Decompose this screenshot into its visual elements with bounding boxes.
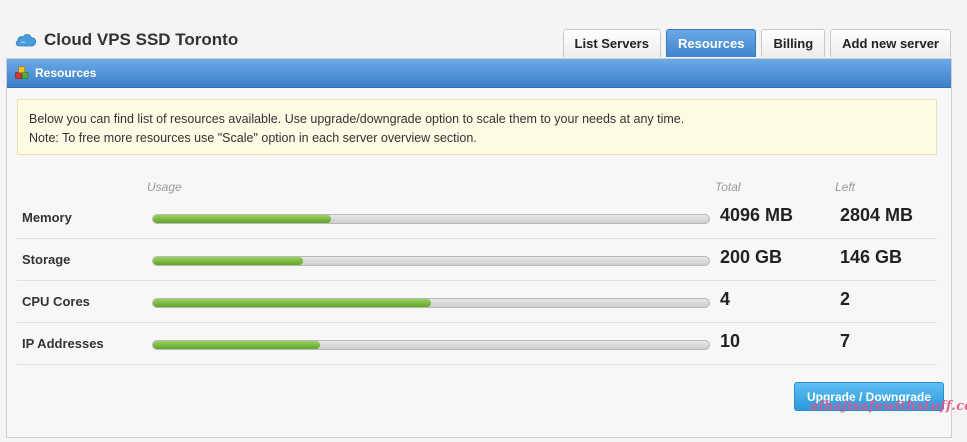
resource-name: CPU Cores (22, 294, 90, 309)
resource-name: Memory (22, 210, 72, 225)
resources-table: Usage Total Left Memory 4096 MB 2804 MB … (17, 173, 937, 365)
resource-left: 7 (840, 331, 851, 351)
usage-bar-fill (153, 215, 331, 223)
watermark-text: alhajisafewithstuff.com (810, 399, 967, 414)
resource-total: 4096 MB (720, 205, 794, 225)
resource-total: 4 (720, 289, 731, 309)
tab-resources[interactable]: Resources (665, 29, 757, 57)
resource-name: IP Addresses (22, 336, 104, 351)
notice-line: Below you can find list of resources ava… (29, 112, 685, 126)
table-row: IP Addresses 10 7 (17, 323, 937, 365)
panel-title: Resources (35, 66, 97, 80)
usage-bar-fill (153, 341, 320, 349)
panel-body: Below you can find list of resources ava… (7, 88, 951, 437)
cloud-icon (15, 34, 37, 47)
tab-bar: List Servers Resources Billing Add new s… (562, 29, 951, 57)
resource-left: 2 (840, 289, 851, 309)
column-header-total: Total (715, 180, 741, 194)
resource-total: 10 (720, 331, 741, 351)
usage-bar-fill (153, 299, 431, 307)
brand: Cloud VPS SSD Toronto (14, 30, 238, 50)
notice-line: Note: To free more resources use "Scale"… (29, 131, 477, 145)
column-header-usage: Usage (147, 180, 182, 194)
resource-left: 146 GB (840, 247, 903, 267)
table-row: Storage 200 GB 146 GB (17, 239, 937, 281)
usage-bar (152, 256, 710, 266)
usage-bar-fill (153, 257, 304, 265)
page-title: Cloud VPS SSD Toronto (44, 30, 239, 49)
resource-total: 200 GB (720, 247, 783, 267)
tab-add-new-server[interactable]: Add new server (830, 29, 951, 57)
column-header-left: Left (835, 180, 856, 194)
usage-bar (152, 214, 710, 224)
resources-panel: Resources Below you can find list of res… (6, 58, 952, 438)
table-header: Usage Total Left (17, 173, 937, 197)
resources-icon (15, 66, 29, 79)
tab-billing[interactable]: Billing (761, 29, 826, 57)
panel-header: Resources (7, 59, 951, 88)
resource-left: 2804 MB (840, 205, 914, 225)
usage-bar (152, 298, 710, 308)
resource-name: Storage (22, 252, 71, 267)
info-notice: Below you can find list of resources ava… (17, 99, 937, 155)
usage-bar (152, 340, 710, 350)
table-row: Memory 4096 MB 2804 MB (17, 197, 937, 239)
table-row: CPU Cores 4 2 (17, 281, 937, 323)
tab-list-servers[interactable]: List Servers (562, 29, 661, 57)
header: Cloud VPS SSD Toronto List Servers Resou… (0, 0, 967, 58)
